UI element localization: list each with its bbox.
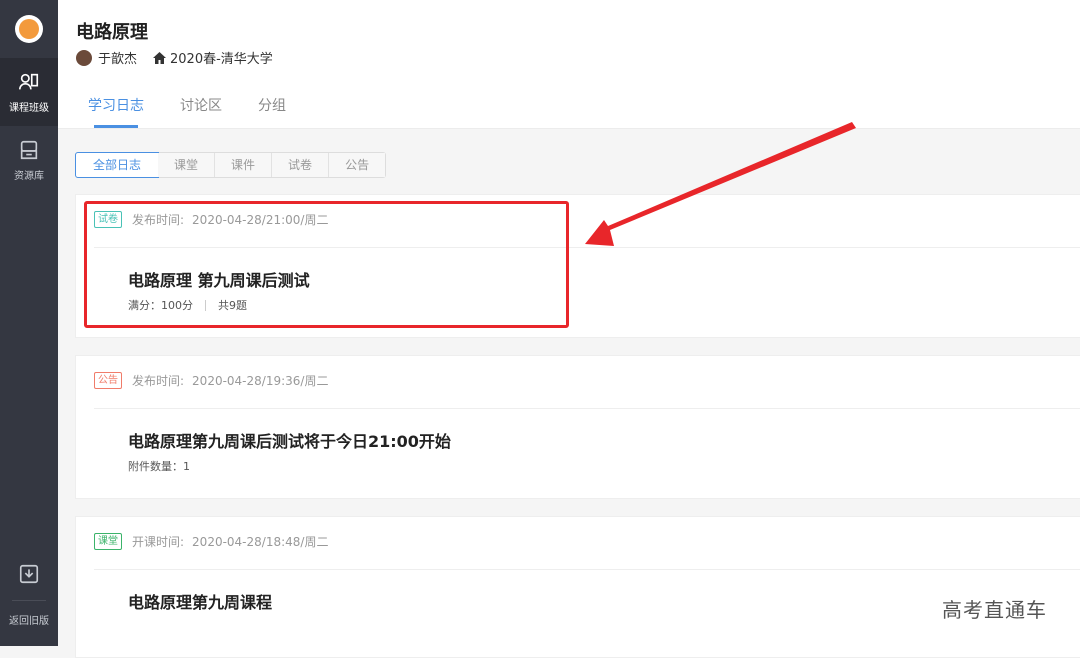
arrow-shape xyxy=(585,122,856,246)
watermark: 高考直通车 xyxy=(942,598,1047,622)
annotation-arrow xyxy=(585,122,856,246)
